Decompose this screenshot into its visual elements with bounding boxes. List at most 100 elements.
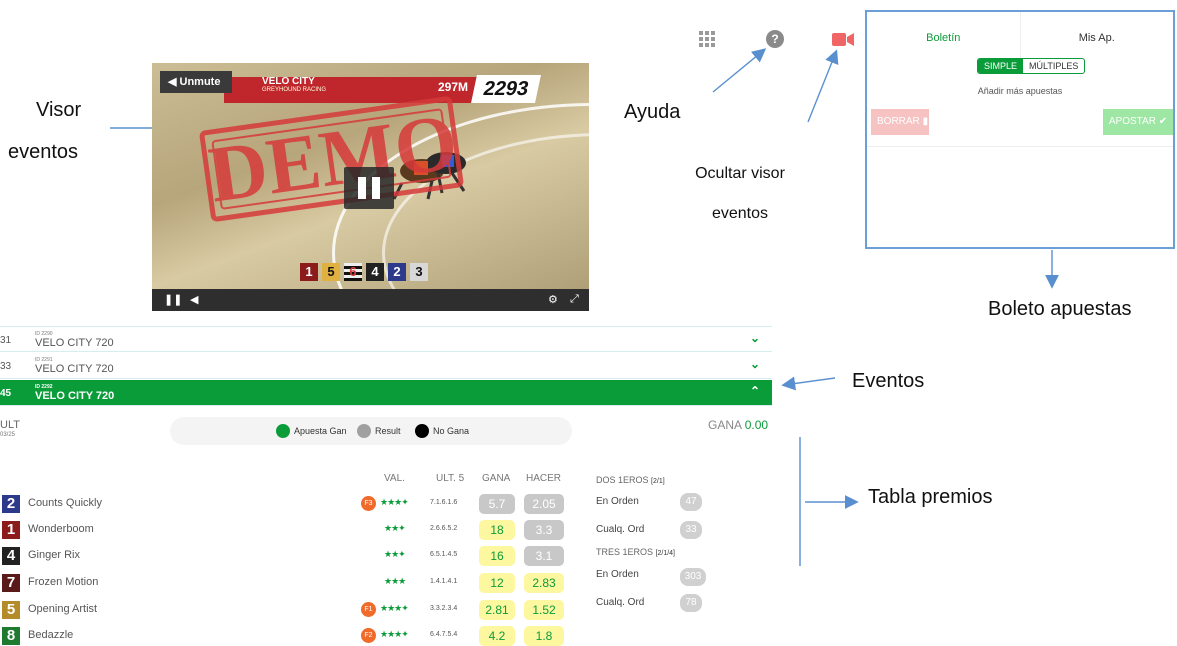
runner-name: Bedazzle bbox=[28, 629, 74, 641]
race-distance: 297M bbox=[438, 80, 469, 94]
runner-box: 4 bbox=[366, 263, 384, 281]
black-dot-icon bbox=[415, 424, 429, 438]
toggle-multiples[interactable]: MÚLTIPLES bbox=[1023, 59, 1084, 73]
bet-slip-panel: Boletín Mis Ap. SIMPLE MÚLTIPLES Añadir … bbox=[865, 10, 1175, 249]
tres-cualq-label: Cualq. Ord bbox=[596, 597, 645, 608]
speaker-icon: ◀ bbox=[168, 76, 180, 88]
chevron-up-icon[interactable]: ⌃ bbox=[750, 384, 760, 398]
tres-en-orden-value[interactable]: 303 bbox=[680, 568, 706, 586]
result-legend: Apuesta Gan Result No Gana bbox=[170, 417, 572, 445]
race-title: VELO CITY bbox=[262, 76, 315, 87]
gana-odds-button[interactable]: 5.7 bbox=[479, 494, 515, 514]
race-subtitle: GREYHOUND RACING bbox=[262, 87, 327, 93]
runner-row[interactable]: 8 Bedazzle F2 ★★★✦ 6.4.7.5.4 4.2 1.8 bbox=[0, 623, 570, 646]
tres-title: TRES 1EROS bbox=[596, 547, 654, 557]
runner-row[interactable]: 5 Opening Artist F1 ★★★✦ 3.3.2.3.4 2.81 … bbox=[0, 597, 570, 623]
annotation-visor-line2: eventos bbox=[8, 141, 79, 163]
dos-en-orden-value[interactable]: 47 bbox=[680, 493, 702, 511]
help-icon[interactable]: ? bbox=[766, 30, 784, 48]
event-row-active[interactable]: 45 ID 2292 VELO CITY 720 ⌃ bbox=[0, 380, 772, 406]
grid-menu-icon[interactable] bbox=[699, 31, 715, 47]
pause-bar-right bbox=[372, 177, 380, 199]
delete-button[interactable]: BORRAR ▮ bbox=[871, 109, 929, 135]
hacer-odds-button[interactable]: 1.52 bbox=[524, 600, 564, 620]
runner-order-boxes: 1 5 6 4 2 3 bbox=[300, 263, 428, 281]
hacer-odds-button[interactable]: 2.05 bbox=[524, 494, 564, 514]
event-video-viewer[interactable]: VELO CITY GREYHOUND RACING 297M 2293 ◀ U… bbox=[152, 63, 589, 311]
rating-stars: ★★★✦ bbox=[380, 603, 409, 613]
event-row[interactable]: 31 ID 2290 VELO CITY 720 ⌄ bbox=[0, 326, 772, 352]
runner-number: 1 bbox=[2, 521, 20, 539]
tab-boletin[interactable]: Boletín bbox=[867, 12, 1021, 64]
runner-name: Counts Quickly bbox=[28, 497, 102, 509]
legend-win-label: Apuesta Gan bbox=[294, 426, 347, 436]
annotation-tabla: Tabla premios bbox=[868, 486, 993, 508]
tres-en-orden-label: En Orden bbox=[596, 569, 639, 580]
runner-row[interactable]: 2 Counts Quickly F3 ★★★✦ 7.1.6.1.6 5.7 2… bbox=[0, 491, 570, 517]
event-name: VELO CITY 720 bbox=[35, 363, 114, 375]
gana-odds-button[interactable]: 16 bbox=[479, 546, 515, 566]
dos-tag: [2/1] bbox=[651, 478, 665, 485]
toggle-simple[interactable]: SIMPLE bbox=[978, 59, 1024, 73]
fullscreen-icon[interactable]: ⤢ bbox=[570, 293, 579, 306]
arrow-ayuda bbox=[712, 48, 767, 93]
runner-row[interactable]: 1 Wonderboom ★★✦ 2.6.6.5.2 18 3.3 bbox=[0, 517, 570, 543]
place-bet-button[interactable]: APOSTAR ✔ bbox=[1103, 109, 1173, 135]
runner-row[interactable]: 4 Ginger Rix ★★✦ 6.5.1.4.5 16 3.1 bbox=[0, 543, 570, 569]
dos-cualq-value[interactable]: 33 bbox=[680, 521, 702, 539]
header-val: VAL. bbox=[384, 473, 405, 484]
unmute-label: Unmute bbox=[179, 76, 221, 88]
tab-mis-apuestas[interactable]: Mis Ap. bbox=[1021, 12, 1174, 64]
place-bet-label: APOSTAR bbox=[1108, 116, 1156, 127]
bet-type-toggle: SIMPLE MÚLTIPLES bbox=[977, 58, 1086, 74]
form-badge: F1 bbox=[361, 602, 376, 617]
slip-divider bbox=[867, 146, 1173, 147]
hacer-odds-button[interactable]: 2.83 bbox=[524, 573, 564, 593]
hacer-odds-button[interactable]: 1.8 bbox=[524, 626, 564, 646]
gana-odds-button[interactable]: 2.81 bbox=[479, 600, 515, 620]
event-row[interactable]: 33 ID 2291 VELO CITY 720 ⌄ bbox=[0, 353, 772, 379]
event-number: 33 bbox=[0, 361, 12, 372]
race-number: 2293 bbox=[471, 75, 541, 103]
dos-cualq-label: Cualq. Ord bbox=[596, 524, 645, 535]
chevron-down-icon[interactable]: ⌄ bbox=[750, 357, 760, 371]
hacer-odds-button[interactable]: 3.1 bbox=[524, 546, 564, 566]
runner-box: 6 bbox=[344, 263, 362, 281]
tres-eros-heading: TRES 1EROS [2/1/4] bbox=[596, 547, 675, 557]
runner-box: 1 bbox=[300, 263, 318, 281]
play-pause-icon[interactable]: ❚❚ bbox=[164, 293, 182, 306]
runner-number: 7 bbox=[2, 574, 20, 592]
dos-title: DOS 1EROS bbox=[596, 475, 649, 485]
trash-icon: ▮ bbox=[922, 116, 929, 127]
check-icon: ✔ bbox=[1158, 116, 1168, 127]
hacer-odds-button[interactable]: 3.3 bbox=[524, 520, 564, 540]
runner-name: Frozen Motion bbox=[28, 576, 99, 588]
gana-total-value: 0.00 bbox=[744, 418, 769, 432]
gana-odds-button[interactable]: 12 bbox=[479, 573, 515, 593]
runner-name: Wonderboom bbox=[28, 523, 94, 535]
volume-icon[interactable]: ◀ bbox=[190, 293, 198, 306]
runner-row[interactable]: 7 Frozen Motion ★★★ 1.4.1.4.1 12 2.83 bbox=[0, 570, 570, 596]
legend-result: Result bbox=[357, 424, 401, 438]
tres-cualq-value[interactable]: 78 bbox=[680, 594, 702, 612]
gana-total: GANA 0.00 bbox=[708, 418, 768, 432]
unmute-button[interactable]: ◀ Unmute bbox=[160, 71, 232, 93]
legend-nowin: No Gana bbox=[415, 424, 469, 438]
annotation-ayuda: Ayuda bbox=[624, 101, 681, 123]
gana-odds-button[interactable]: 18 bbox=[479, 520, 515, 540]
last-five: 3.3.2.3.4 bbox=[430, 605, 458, 612]
video-camera-icon[interactable] bbox=[832, 32, 854, 47]
settings-gear-icon[interactable]: ⚙ bbox=[548, 293, 558, 306]
runner-box: 5 bbox=[322, 263, 340, 281]
rating-stars: ★★★ bbox=[384, 576, 406, 586]
annotation-ocultar-line2: eventos bbox=[711, 205, 769, 222]
runner-number: 2 bbox=[2, 495, 20, 513]
chevron-down-icon[interactable]: ⌄ bbox=[750, 331, 760, 345]
runner-number: 8 bbox=[2, 627, 20, 645]
last-five: 1.4.1.4.1 bbox=[430, 578, 458, 585]
pause-overlay-button[interactable] bbox=[344, 167, 394, 209]
gana-odds-button[interactable]: 4.2 bbox=[479, 626, 515, 646]
legend-win: Apuesta Gan bbox=[276, 424, 347, 438]
last-five: 2.6.6.5.2 bbox=[430, 525, 458, 532]
dos-en-orden-label: En Orden bbox=[596, 496, 639, 507]
